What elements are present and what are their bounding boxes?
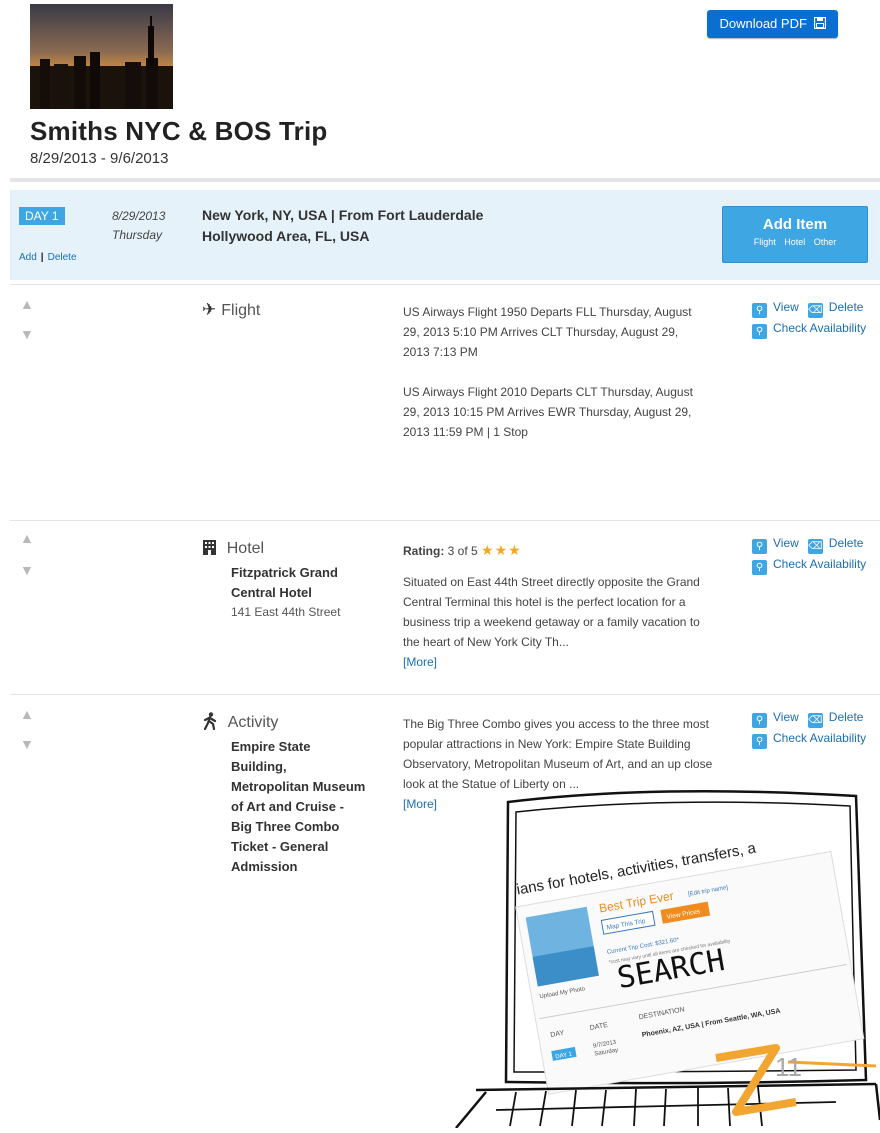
star-icon: ★ [508, 542, 522, 558]
rating-value: 3 of 5 [447, 544, 478, 558]
trip-dates: 8/29/2013 - 9/6/2013 [30, 150, 169, 167]
add-item-title: Add Item [762, 216, 828, 233]
day-weekday: Thursday [112, 228, 163, 242]
trash-icon: ⌫ [807, 713, 823, 728]
day-badge: DAY 1 [19, 207, 65, 225]
star-icon: ★ [494, 542, 509, 558]
move-up-arrow-icon[interactable]: ▲ [20, 706, 34, 722]
add-day-link[interactable]: Add [19, 252, 37, 263]
action-row: ⚲ View ⌫ Delete [752, 297, 866, 318]
trash-icon: ⌫ [807, 539, 823, 554]
hotel-address: 141 East 44th Street [231, 605, 341, 619]
move-up-arrow-icon[interactable]: ▲ [20, 296, 34, 312]
delete-link[interactable]: Delete [829, 710, 864, 724]
divider [10, 178, 880, 182]
check-availability-link[interactable]: Check Availability [773, 731, 866, 745]
add-flight-option[interactable]: Flight [754, 237, 776, 247]
delete-day-link[interactable]: Delete [48, 252, 77, 263]
day-location: New York, NY, USA | From Fort Lauderdale… [202, 207, 484, 244]
item-type-activity: Activity [202, 712, 278, 732]
view-link[interactable]: View [773, 536, 799, 550]
more-link[interactable]: [More] [403, 797, 437, 811]
add-item-button[interactable]: Add Item Flight Hotel Other [722, 206, 868, 263]
activity-name[interactable]: Empire State Building, Metropolitan Muse… [231, 737, 366, 877]
more-link[interactable]: [More] [403, 655, 437, 669]
item-actions: ⚲ View ⌫ Delete ⚲ Check Availability [752, 297, 866, 339]
add-hotel-option[interactable]: Hotel [784, 237, 805, 247]
action-row: ⚲ View ⌫ Delete [752, 533, 866, 554]
magnifier-icon: ⚲ [752, 539, 767, 554]
flight-description-1: US Airways Flight 1950 Departs FLL Thurs… [403, 305, 692, 359]
trash-icon: ⌫ [807, 303, 823, 318]
view-link[interactable]: View [773, 710, 799, 724]
trip-photo [30, 4, 173, 109]
item-type-hotel: Hotel [202, 538, 264, 558]
add-item-options: Flight Hotel Other [723, 237, 867, 247]
flight-description-2: US Airways Flight 2010 Departs CLT Thurs… [403, 385, 693, 439]
magnifier-icon: ⚲ [752, 324, 767, 339]
check-availability-link[interactable]: Check Availability [773, 321, 866, 335]
action-row: ⚲ Check Availability [752, 318, 866, 339]
item-type-label: Flight [221, 302, 261, 319]
download-pdf-button[interactable]: Download PDF [707, 10, 838, 38]
day-links: Add | Delete [19, 252, 77, 263]
action-row: ⚲ Check Availability [752, 728, 866, 749]
download-pdf-label: Download PDF [719, 16, 807, 31]
item-type-flight: ✈ Flight [202, 300, 260, 320]
hotel-description: Situated on East 44th Street directly op… [403, 572, 718, 672]
hotel-name[interactable]: Fitzpatrick Grand Central Hotel [231, 563, 381, 603]
action-row: ⚲ Check Availability [752, 554, 866, 575]
rating-label: Rating: [403, 544, 445, 558]
move-down-arrow-icon[interactable]: ▼ [20, 326, 34, 342]
delete-link[interactable]: Delete [829, 300, 864, 314]
hotel-description-text: Situated on East 44th Street directly op… [403, 575, 700, 649]
magnifier-icon: ⚲ [752, 734, 767, 749]
item-actions: ⚲ View ⌫ Delete ⚲ Check Availability [752, 533, 866, 575]
row-divider [10, 284, 880, 285]
item-type-label: Activity [227, 714, 279, 731]
trip-title: Smiths NYC & BOS Trip [30, 116, 328, 146]
row-divider [10, 694, 880, 695]
add-other-option[interactable]: Other [814, 237, 837, 247]
row-divider [10, 520, 880, 521]
move-down-arrow-icon[interactable]: ▼ [20, 562, 34, 578]
day-date: 8/29/2013 Thursday [112, 207, 165, 245]
hotel-rating: Rating: 3 of 5 ★★★ [403, 540, 718, 561]
magnifier-icon: ⚲ [752, 560, 767, 575]
view-link[interactable]: View [773, 300, 799, 314]
delete-link[interactable]: Delete [829, 536, 864, 550]
building-icon [202, 538, 222, 557]
check-availability-link[interactable]: Check Availability [773, 557, 866, 571]
move-up-arrow-icon[interactable]: ▲ [20, 530, 34, 546]
separator: | [40, 252, 44, 263]
action-row: ⚲ View ⌫ Delete [752, 707, 866, 728]
magnifier-icon: ⚲ [752, 713, 767, 728]
laptop-sketch-illustration: ians for hotels, activities, transfers, … [436, 780, 880, 1129]
airplane-icon: ✈ [202, 300, 217, 319]
page-number: 11 [775, 1052, 802, 1082]
day-date-text: 8/29/2013 [112, 209, 166, 223]
item-type-label: Hotel [226, 540, 265, 557]
magnifier-icon: ⚲ [752, 303, 767, 318]
move-down-arrow-icon[interactable]: ▼ [20, 736, 34, 752]
walking-person-icon [202, 712, 223, 731]
star-icon: ★ [481, 542, 495, 558]
save-icon [813, 10, 826, 38]
item-actions: ⚲ View ⌫ Delete ⚲ Check Availability [752, 707, 866, 749]
